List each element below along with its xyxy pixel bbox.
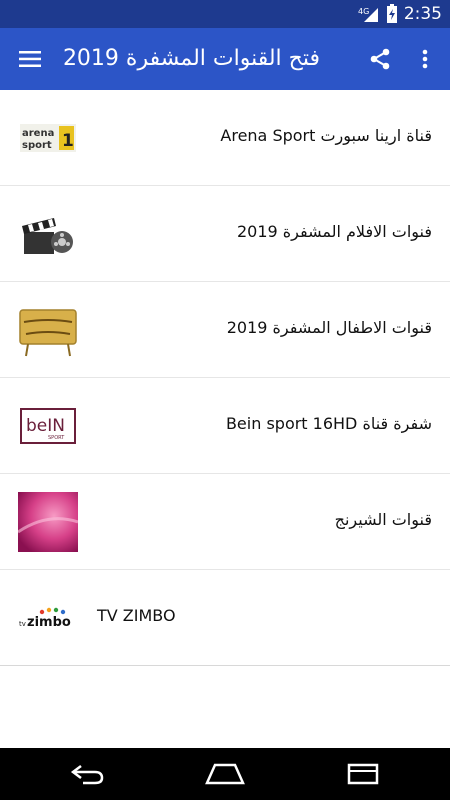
tv-zimbo-logo: tv zimbo: [18, 588, 78, 648]
svg-text:sport: sport: [22, 140, 52, 151]
share-icon: [370, 48, 390, 70]
status-icons: 4G 2:35: [358, 4, 442, 24]
svg-text:4G: 4G: [358, 7, 369, 16]
list-item-arena-sport[interactable]: arena sport 1 قناة ارينا سبورت Arena Spo…: [0, 90, 450, 186]
film-clapper-icon: [18, 204, 78, 264]
svg-text:beIN: beIN: [26, 416, 65, 436]
list-item-tv-zimbo[interactable]: tv zimbo TV ZIMBO: [0, 570, 450, 666]
menu-button[interactable]: [12, 43, 48, 75]
list-item-label: قنوات الاطفال المشفرة 2019: [226, 318, 432, 337]
list-item-label: قناة ارينا سبورت Arena Sport: [220, 126, 432, 145]
pink-abstract-image: [18, 492, 78, 552]
app-bar: فتح القنوات المشفرة 2019: [0, 28, 450, 90]
kids-channels-sign: [18, 300, 78, 360]
list-item-label: شفرة قناة Bein sport 16HD: [225, 414, 432, 433]
recents-button[interactable]: [338, 758, 388, 790]
svg-text:zimbo: zimbo: [27, 615, 71, 630]
svg-text:1: 1: [62, 131, 74, 151]
list-item-label: TV ZIMBO: [97, 606, 176, 625]
more-options-button[interactable]: [410, 43, 440, 75]
back-icon: [70, 765, 104, 785]
share-button[interactable]: [362, 43, 398, 75]
more-vert-icon: [422, 49, 428, 69]
list-item-sharing[interactable]: قنوات الشيرنج: [0, 474, 450, 570]
battery-charging-icon: [386, 4, 397, 23]
system-nav-bar: [0, 748, 450, 800]
svg-text:SPORT: SPORT: [48, 435, 65, 441]
bein-sport-logo: beIN SPORT: [18, 396, 78, 456]
list-item-label: قنوات الشيرنج: [334, 510, 432, 529]
back-button[interactable]: [62, 758, 112, 790]
recents-icon: [347, 763, 379, 785]
list-item-kids[interactable]: قنوات الاطفال المشفرة 2019: [0, 282, 450, 378]
channel-list: arena sport 1 قناة ارينا سبورت Arena Spo…: [0, 90, 450, 666]
svg-text:tv: tv: [19, 620, 26, 628]
list-item-label: فنوات الافلام المشفرة 2019: [236, 222, 432, 241]
svg-text:arena: arena: [22, 128, 54, 139]
status-bar: 4G 2:35: [0, 0, 450, 28]
arena-sport-logo: arena sport 1: [18, 108, 78, 168]
list-item-bein[interactable]: beIN SPORT شفرة قناة Bein sport 16HD: [0, 378, 450, 474]
status-time: 2:35: [403, 4, 442, 24]
cellular-signal-icon: 4G: [358, 7, 378, 22]
hamburger-menu-icon: [19, 51, 41, 67]
list-item-movies[interactable]: فنوات الافلام المشفرة 2019: [0, 186, 450, 282]
home-icon: [205, 763, 245, 785]
home-button[interactable]: [200, 758, 250, 790]
app-title: فتح القنوات المشفرة 2019: [62, 46, 320, 71]
